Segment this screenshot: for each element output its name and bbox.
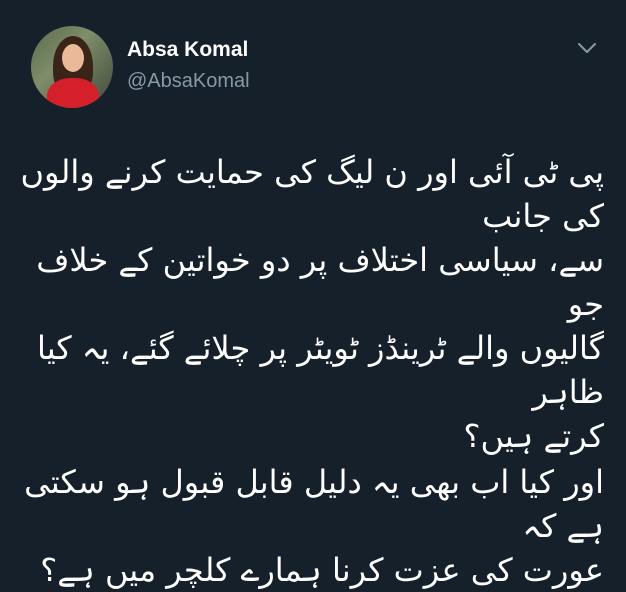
tweet-paragraph-2: اور کیا اب بھی یہ دلیل قابل قبول ہو سکتی… [24,463,604,589]
author-handle[interactable]: @AbsaKomal [127,70,250,93]
tweet-card: Absa Komal @AbsaKomal پی ٹی آئی اور ن لی… [0,0,626,589]
avatar-body [47,78,99,108]
tweet-paragraph-1: پی ٹی آئی اور ن لیگ کی حمایت کرنے والوں … [20,153,604,455]
avatar-face [62,44,84,72]
chevron-down-icon [578,42,596,53]
tweet-menu-button[interactable] [574,38,600,58]
avatar[interactable] [31,26,113,108]
tweet-text: پی ٹی آئی اور ن لیگ کی حمایت کرنے والوں … [10,150,604,592]
author-display-name[interactable]: Absa Komal [127,38,248,62]
